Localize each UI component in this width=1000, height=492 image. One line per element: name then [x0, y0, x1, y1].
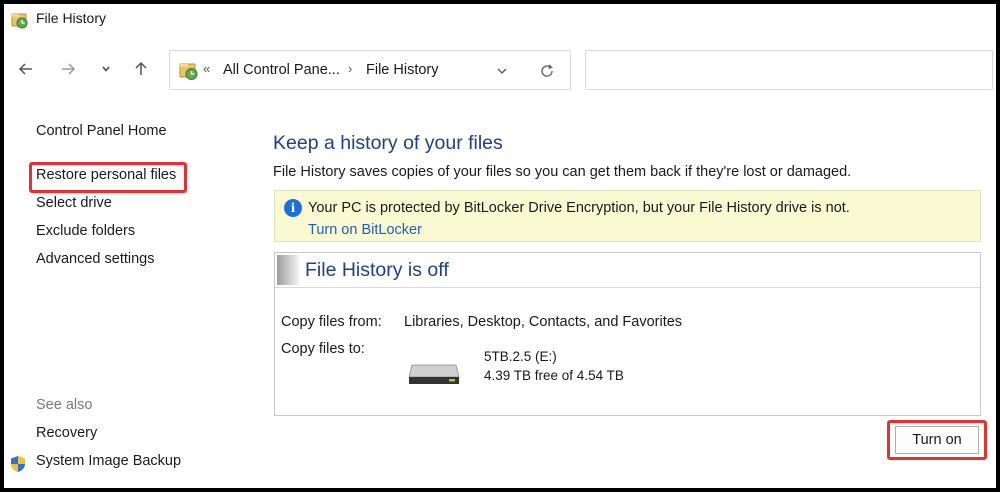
- select-drive-link[interactable]: Select drive: [36, 195, 112, 211]
- chevron-down-icon: [497, 68, 507, 74]
- info-message: Your PC is protected by BitLocker Drive …: [308, 200, 850, 216]
- address-dropdown-button[interactable]: [492, 61, 512, 81]
- refresh-icon: [541, 64, 553, 77]
- shield-icon: [11, 456, 25, 472]
- hard-drive-icon: [408, 364, 460, 384]
- control-panel-icon: [179, 63, 198, 80]
- file-history-app-icon: [11, 13, 28, 29]
- restore-personal-files-link[interactable]: Restore personal files: [36, 167, 176, 183]
- arrow-right-icon: [62, 63, 76, 75]
- file-history-status-panel: File History is off Copy files from: Lib…: [274, 252, 981, 416]
- header-accent: [277, 255, 299, 285]
- turn-on-bitlocker-link[interactable]: Turn on BitLocker: [308, 222, 422, 238]
- turn-on-button[interactable]: Turn on: [895, 426, 979, 454]
- file-history-window: File History « All Control Pane... › Fil…: [4, 4, 996, 488]
- recovery-link[interactable]: Recovery: [36, 425, 97, 441]
- breadcrumb-separator[interactable]: ›: [348, 61, 352, 76]
- back-button[interactable]: [13, 56, 39, 82]
- status-header: File History is off: [275, 253, 980, 288]
- left-pane: Control Panel Home Restore personal file…: [4, 104, 254, 488]
- page-title: Keep a history of your files: [273, 132, 503, 154]
- breadcrumb-all-control-panel[interactable]: All Control Pane...: [223, 62, 340, 78]
- up-button[interactable]: [128, 56, 154, 82]
- copy-from-label: Copy files from:: [281, 314, 382, 330]
- arrow-left-icon: [18, 63, 32, 75]
- copy-from-value: Libraries, Desktop, Contacts, and Favori…: [404, 314, 683, 330]
- overflow-chevron[interactable]: «: [203, 61, 210, 76]
- refresh-button[interactable]: [535, 59, 559, 83]
- window-title: File History: [36, 10, 107, 26]
- arrow-up-icon: [135, 61, 147, 75]
- copy-to-label: Copy files to:: [281, 341, 365, 357]
- status-title: File History is off: [305, 259, 449, 281]
- navigation-bar: « All Control Pane... › File History: [4, 44, 996, 96]
- address-bar[interactable]: « All Control Pane... › File History: [169, 50, 571, 90]
- exclude-folders-link[interactable]: Exclude folders: [36, 223, 135, 239]
- system-image-backup-link[interactable]: System Image Backup: [36, 453, 181, 469]
- breadcrumb-file-history[interactable]: File History: [366, 62, 439, 78]
- search-input[interactable]: [585, 50, 993, 90]
- page-description: File History saves copies of your files …: [273, 164, 852, 180]
- control-panel-home-link[interactable]: Control Panel Home: [36, 123, 167, 139]
- info-icon: i: [284, 199, 302, 217]
- bitlocker-info-bar: i Your PC is protected by BitLocker Driv…: [274, 190, 981, 242]
- drive-name: 5TB.2.5 (E:): [484, 349, 557, 364]
- title-bar: File History: [4, 4, 996, 34]
- advanced-settings-link[interactable]: Advanced settings: [36, 251, 155, 267]
- forward-button[interactable]: [55, 56, 81, 82]
- see-also-heading: See also: [36, 397, 93, 413]
- recent-locations-button[interactable]: [93, 56, 119, 82]
- drive-free-space: 4.39 TB free of 4.54 TB: [484, 368, 624, 383]
- chevron-down-icon: [102, 66, 110, 72]
